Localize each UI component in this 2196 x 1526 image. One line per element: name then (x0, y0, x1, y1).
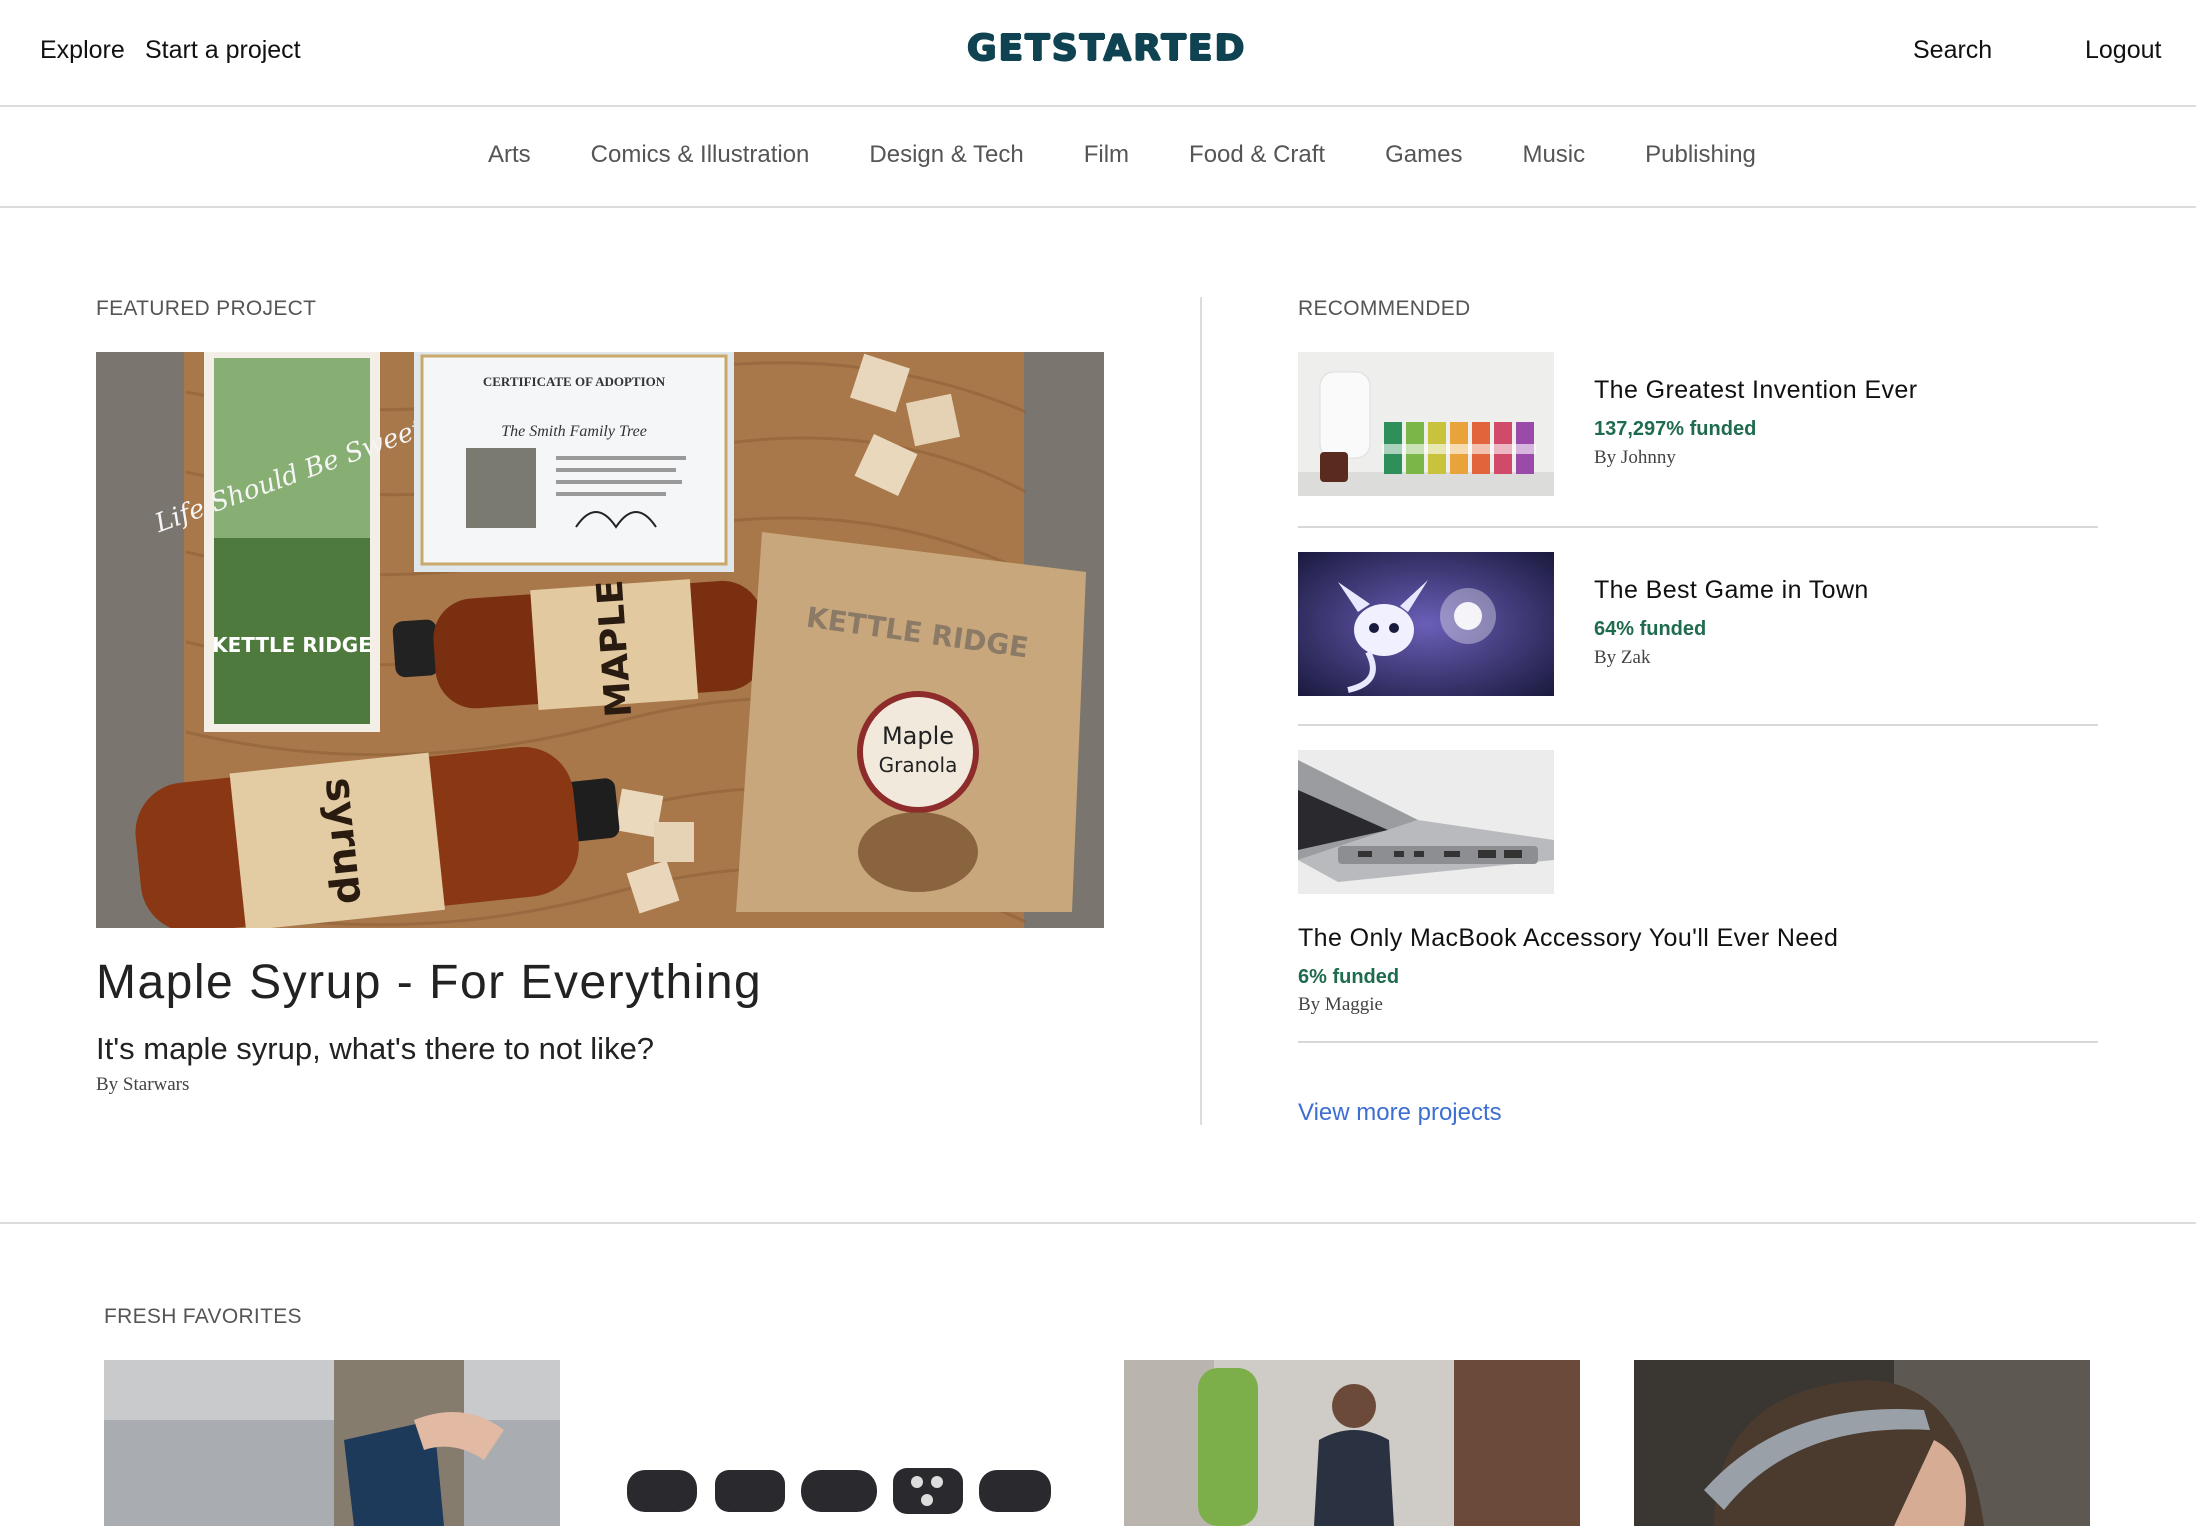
featured-project-image[interactable]: Life Should Be Sweet KETTLE RIDGE CERTIF… (96, 352, 1104, 928)
certificate-family-text: The Smith Family Tree (501, 423, 647, 440)
fresh-favorite-card[interactable] (104, 1360, 560, 1526)
device-photo (613, 1360, 1069, 1526)
category-bar: Arts Comics & Illustration Design & Tech… (0, 107, 2196, 208)
recommended-funded: 6% funded (1298, 966, 1400, 988)
featured-project-title[interactable]: Maple Syrup - For Everything (96, 955, 762, 1010)
maple-syrup-product-photo: Life Should Be Sweet KETTLE RIDGE CERTIF… (96, 352, 1104, 928)
view-more-projects-link[interactable]: View more projects (1298, 1099, 1502, 1127)
category-music[interactable]: Music (1522, 141, 1585, 169)
fresh-favorite-card[interactable] (1634, 1360, 2090, 1526)
featured-project-author: By Starwars (96, 1074, 190, 1095)
card-brand-text: KETTLE RIDGE (212, 633, 372, 657)
recommended-author: By Maggie (1298, 994, 1383, 1015)
vertical-divider (1200, 297, 1202, 1125)
recommended-title[interactable]: The Only MacBook Accessory You'll Ever N… (1298, 924, 1838, 953)
category-arts[interactable]: Arts (488, 141, 531, 169)
featured-project-description: It's maple syrup, what's there to not li… (96, 1031, 655, 1066)
category-film[interactable]: Film (1084, 141, 1129, 169)
category-comics-illustration[interactable]: Comics & Illustration (591, 141, 810, 169)
top-header: Explore Start a project GETSTARTED Searc… (0, 0, 2196, 107)
explore-link[interactable]: Explore (40, 36, 125, 65)
section-divider (0, 1222, 2196, 1224)
start-project-link[interactable]: Start a project (145, 36, 301, 65)
category-games[interactable]: Games (1385, 141, 1462, 169)
recommended-section-label: RECOMMENDED (1298, 297, 1471, 320)
bag-label-line1: Maple (882, 722, 954, 750)
recommended-author: By Johnny (1594, 447, 1676, 468)
recommended-item[interactable]: The Greatest Invention Ever 137,297% fun… (1298, 352, 2098, 528)
site-logo[interactable]: GETSTARTED (967, 28, 1246, 69)
category-design-tech[interactable]: Design & Tech (869, 141, 1023, 169)
category-list: Arts Comics & Illustration Design & Tech… (488, 141, 1816, 169)
recommended-thumbnail-invention[interactable] (1298, 352, 1554, 496)
headband-photo (1634, 1360, 2090, 1526)
recommended-author: By Zak (1594, 647, 1651, 668)
recommended-title[interactable]: The Greatest Invention Ever (1594, 376, 1917, 405)
recommended-thumbnail-macbook[interactable] (1298, 750, 1554, 894)
recommended-item[interactable]: The Best Game in Town 64% funded By Zak (1298, 552, 2098, 726)
recommended-item[interactable]: The Only MacBook Accessory You'll Ever N… (1298, 750, 2098, 1043)
wallet-photo (104, 1360, 560, 1526)
category-publishing[interactable]: Publishing (1645, 141, 1756, 169)
recommended-funded: 137,297% funded (1594, 418, 1757, 440)
recommended-thumbnail-game[interactable] (1298, 552, 1554, 696)
fresh-favorite-card[interactable] (1124, 1360, 1580, 1526)
logout-link[interactable]: Logout (2085, 36, 2161, 65)
search-link[interactable]: Search (1913, 36, 1992, 65)
certificate-title-text: CERTIFICATE OF ADOPTION (483, 374, 666, 389)
recommended-funded: 64% funded (1594, 618, 1707, 640)
bag-label-line2: Granola (879, 753, 958, 777)
bottle-yoga-photo (1124, 1360, 1580, 1526)
fresh-favorite-card[interactable] (613, 1360, 1069, 1526)
category-food-craft[interactable]: Food & Craft (1189, 141, 1325, 169)
fresh-favorites-section-label: FRESH FAVORITES (104, 1305, 302, 1328)
recommended-title[interactable]: The Best Game in Town (1594, 576, 1869, 605)
featured-section-label: FEATURED PROJECT (96, 297, 317, 320)
